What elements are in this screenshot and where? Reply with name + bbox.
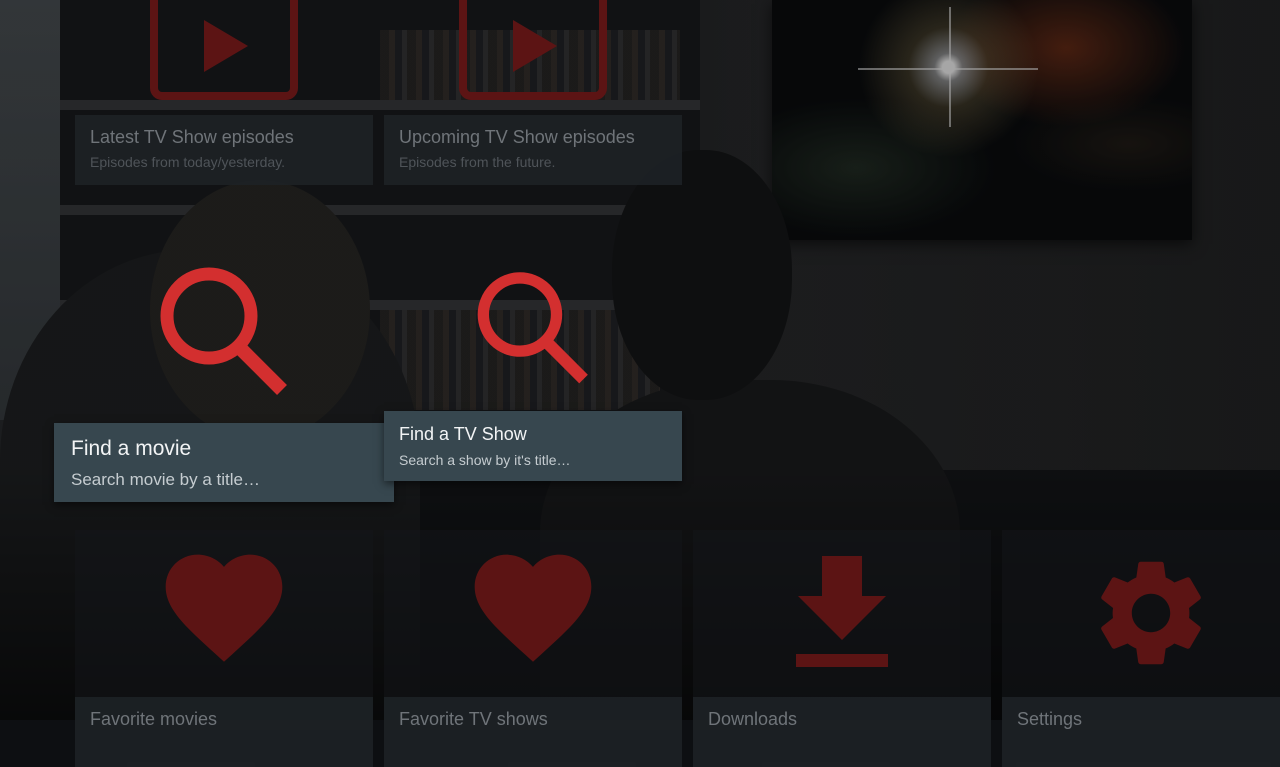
heart-icon (75, 545, 373, 680)
search-icon (384, 262, 682, 387)
search-icon (54, 255, 394, 400)
download-icon (693, 550, 991, 670)
tile-title: Latest TV Show episodes (90, 127, 294, 147)
play-icon (75, 0, 373, 100)
tile-settings[interactable]: Settings (1002, 530, 1280, 767)
tile-subtitle: Episodes from the future. (399, 154, 556, 170)
tile-title: Find a TV Show (399, 424, 527, 444)
tile-find-movie[interactable]: Find a movie Search movie by a title… (54, 255, 394, 502)
tile-subtitle: Search movie by a title… (71, 470, 260, 489)
tile-title: Find a movie (71, 437, 192, 460)
tile-title: Upcoming TV Show episodes (399, 127, 635, 147)
tile-latest-tv-episodes[interactable]: Latest TV Show episodes Episodes from to… (75, 0, 373, 185)
tile-subtitle: Search a show by it's title… (399, 452, 571, 468)
tile-favorite-tv-shows[interactable]: Favorite TV shows (384, 530, 682, 767)
tile-subtitle: Episodes from today/yesterday. (90, 154, 286, 170)
gear-icon (1002, 545, 1280, 680)
tile-favorite-movies[interactable]: Favorite movies (75, 530, 373, 767)
tile-downloads[interactable]: Downloads (693, 530, 991, 767)
tile-find-tv-show[interactable]: Find a TV Show Search a show by it's tit… (384, 262, 682, 481)
tile-upcoming-tv-episodes[interactable]: Upcoming TV Show episodes Episodes from … (384, 0, 682, 185)
play-icon (384, 0, 682, 100)
heart-icon (384, 545, 682, 680)
